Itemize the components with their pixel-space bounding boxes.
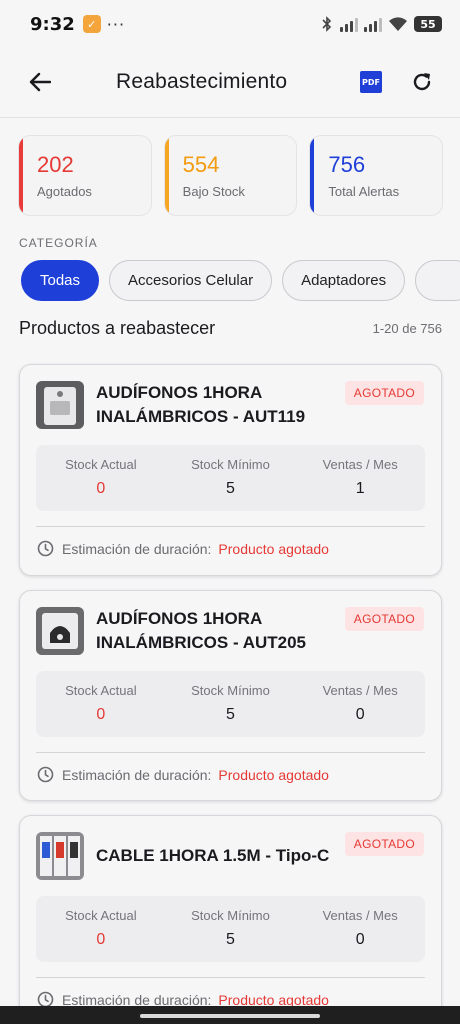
metric-stock-minimo: Stock Mínimo 5	[166, 445, 296, 511]
product-image	[36, 607, 84, 655]
metric-stock-actual: Stock Actual 0	[36, 671, 166, 737]
metric-stock-minimo: Stock Mínimo 5	[166, 671, 296, 737]
list-title: Productos a reabastecer	[19, 318, 216, 338]
stat-card-bajo-stock[interactable]: 554 Bajo Stock	[163, 135, 298, 216]
clock-icon	[37, 766, 54, 783]
estimate-value: Producto agotado	[218, 766, 329, 783]
product-card[interactable]: AUDÍFONOS 1HORA INALÁMBRICOS - AUT119 AG…	[19, 364, 442, 576]
metric-ventas-mes: Ventas / Mes 1	[295, 445, 425, 511]
status-badge: AGOTADO	[344, 832, 424, 856]
status-icons: 55	[320, 16, 442, 32]
list-range: 1-20 de 756	[372, 321, 442, 336]
stock-metrics: Stock Actual 0 Stock Mínimo 5 Ventas / M…	[36, 445, 425, 511]
card-divider	[36, 752, 425, 753]
product-name: AUDÍFONOS 1HORA INALÁMBRICOS - AUT119	[96, 383, 306, 426]
metric-value: 0	[96, 931, 106, 948]
product-image	[36, 832, 84, 880]
stat-label: Agotados	[37, 184, 92, 199]
stat-value: 756	[328, 152, 366, 177]
metric-label: Stock Actual	[65, 683, 137, 698]
metric-label: Stock Mínimo	[191, 908, 270, 923]
metric-stock-minimo: Stock Mínimo 5	[166, 896, 296, 962]
refresh-icon	[413, 73, 431, 91]
refresh-button[interactable]	[406, 66, 438, 98]
metric-value: 0	[355, 706, 365, 723]
product-card[interactable]: CABLE 1HORA 1.5M - Tipo-C AGOTADO Stock …	[19, 815, 442, 1024]
card-divider	[36, 977, 425, 978]
metric-label: Stock Mínimo	[191, 457, 270, 472]
metric-stock-actual: Stock Actual 0	[36, 445, 166, 511]
metric-ventas-mes: Ventas / Mes 0	[295, 671, 425, 737]
chip-accesorios-celular[interactable]: Accesorios Celular	[109, 260, 273, 301]
metric-label: Ventas / Mes	[322, 908, 398, 923]
signal-icon	[340, 16, 358, 32]
product-card[interactable]: AUDÍFONOS 1HORA INALÁMBRICOS - AUT205 AG…	[19, 590, 442, 801]
metric-value: 5	[226, 931, 235, 948]
header-divider	[0, 117, 460, 118]
stock-metrics: Stock Actual 0 Stock Mínimo 5 Ventas / M…	[36, 671, 425, 737]
stat-value: 554	[182, 152, 220, 177]
product-name: AUDÍFONOS 1HORA INALÁMBRICOS - AUT205	[96, 609, 306, 652]
status-bar: 9:32 ✓ ··· 55	[0, 0, 460, 48]
metric-value: 0	[355, 931, 365, 948]
page-title: Reabastecimiento	[116, 70, 288, 93]
stat-label: Bajo Stock	[182, 184, 245, 199]
signal-icon-2	[364, 16, 382, 32]
metric-value: 5	[226, 480, 235, 497]
back-button[interactable]	[20, 62, 60, 102]
chip-adaptadores[interactable]: Adaptadores	[282, 260, 406, 301]
duration-estimate: Estimación de duración: Producto agotado	[37, 540, 329, 557]
list-header: Productos a reabastecer 1-20 de 756	[19, 318, 442, 339]
metric-stock-actual: Stock Actual 0	[36, 896, 166, 962]
metric-value: 0	[96, 706, 106, 723]
product-image	[36, 381, 84, 429]
metric-label: Stock Actual	[65, 457, 137, 472]
stat-label: Total Alertas	[328, 184, 400, 199]
card-divider	[36, 526, 425, 527]
chip-more[interactable]	[415, 260, 460, 301]
metric-value: 5	[226, 706, 235, 723]
clock-icon	[37, 540, 54, 557]
chip-todas[interactable]: Todas	[21, 260, 100, 301]
battery-icon: 55	[414, 16, 442, 32]
metric-label: Stock Mínimo	[191, 683, 270, 698]
app-bar: Reabastecimiento PDF	[0, 48, 460, 116]
category-chips: Todas Accesorios Celular Adaptadores	[21, 260, 460, 301]
metric-value: 0	[96, 480, 106, 497]
stat-value: 202	[37, 152, 74, 177]
product-name: CABLE 1HORA 1.5M - Tipo-C	[96, 846, 330, 865]
category-label: CATEGORÍA	[19, 236, 98, 250]
metric-ventas-mes: Ventas / Mes 0	[295, 896, 425, 962]
status-time: 9:32	[30, 13, 75, 35]
status-badge: AGOTADO	[344, 607, 424, 631]
stats-row: 202 Agotados 554 Bajo Stock 756 Total Al…	[18, 135, 444, 216]
arrow-left-icon	[29, 72, 51, 92]
stat-card-total-alertas[interactable]: 756 Total Alertas	[309, 135, 444, 216]
stock-metrics: Stock Actual 0 Stock Mínimo 5 Ventas / M…	[36, 896, 425, 962]
metric-value: 1	[355, 480, 365, 497]
estimate-label: Estimación de duración:	[62, 540, 212, 557]
more-notifications-icon: ···	[106, 14, 126, 34]
duration-estimate: Estimación de duración: Producto agotado	[37, 766, 329, 783]
home-handle[interactable]	[140, 1014, 320, 1018]
estimate-value: Producto agotado	[218, 540, 329, 557]
wifi-icon	[389, 17, 407, 31]
metric-label: Stock Actual	[65, 908, 137, 923]
metric-label: Ventas / Mes	[322, 457, 398, 472]
stat-card-agotados[interactable]: 202 Agotados	[18, 135, 152, 216]
status-badge: AGOTADO	[344, 381, 424, 405]
notification-app-icon: ✓	[82, 15, 101, 33]
estimate-label: Estimación de duración:	[62, 766, 212, 783]
system-nav-bar	[0, 1006, 460, 1024]
bluetooth-icon	[322, 16, 332, 32]
metric-label: Ventas / Mes	[322, 683, 398, 698]
export-pdf-button[interactable]: PDF	[360, 71, 382, 93]
